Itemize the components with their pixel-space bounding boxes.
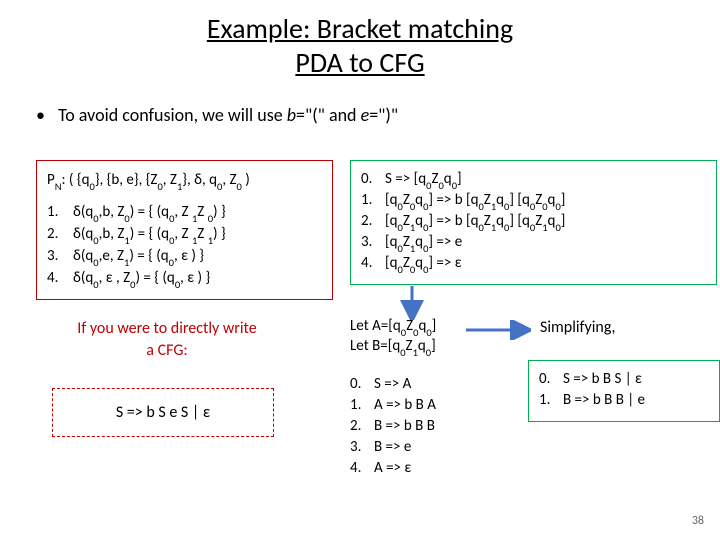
rule-row: 0.S => A xyxy=(350,374,436,395)
rule-row: 3.[q0Z1q0] => e xyxy=(361,232,706,253)
title-line1: Example: Bracket matching xyxy=(207,11,513,46)
slide-title: Example: Bracket matching PDA to CFG xyxy=(0,12,720,80)
let-definitions: Let A=[q0Z0q0] Let B=[q0Z1q0] xyxy=(350,316,436,356)
direct-grammar-box: S => b S e S | ε xyxy=(52,388,274,437)
title-line2: PDA to CFG xyxy=(295,45,424,80)
rule-row: 4.δ(q0, ε , Z0) = { (q0, ε ) } xyxy=(47,267,322,289)
simplifying-label: Simplifying, xyxy=(540,318,616,337)
rule-row: 3.δ(q0,e, Z1) = { (q0, ε ) } xyxy=(47,245,322,267)
rule-row: 0.S => [q0Z0q0] xyxy=(361,169,706,190)
arrow-right-icon xyxy=(466,320,531,340)
pda-rule-list: 1.δ(q0,b, Z0) = { (q0, Z 1Z 0) }2.δ(q0,b… xyxy=(47,201,322,289)
rule-row: 2.[q0Z1q0] => b [q0Z1q0] [q0Z1q0] xyxy=(361,211,706,232)
rule-row: 4.A => ε xyxy=(350,458,436,479)
rule-row: 4.[q0Z0q0] => ε xyxy=(361,253,706,274)
rule-row: 1.B => b B B | e xyxy=(539,390,709,411)
rule-row: 1.[q0Z0q0] => b [q0Z1q0] [q0Z0q0] xyxy=(361,190,706,211)
page-number: 38 xyxy=(692,514,704,528)
pda-definition-box: PN: ( {q0}, {b, e}, {Z0, Z1}, δ, q0, Z0 … xyxy=(36,160,333,300)
cfg-rules-box: 0.S => [q0Z0q0]1.[q0Z0q0] => b [q0Z1q0] … xyxy=(350,160,717,285)
simplified-grammar-box: 0.S => b B S | ε1.B => b B B | e xyxy=(528,360,720,422)
pda-header: PN: ( {q0}, {b, e}, {Z0, Z1}, δ, q0, Z0 … xyxy=(47,169,322,191)
rule-row: 2.B => b B B xyxy=(350,416,436,437)
rule-row: 1.δ(q0,b, Z0) = { (q0, Z 1Z 0) } xyxy=(47,201,322,223)
direct-cfg-note: If you were to directly write a CFG: xyxy=(52,318,282,362)
rule-row: 1.A => b B A xyxy=(350,395,436,416)
rule-row: 3.B => e xyxy=(350,437,436,458)
bullet-line: • To avoid confusion, we will use b="(" … xyxy=(36,104,398,126)
substituted-rules: 0.S => A1.A => b B A2.B => b B B3.B => e… xyxy=(350,374,436,479)
arrow-down-icon xyxy=(400,286,424,320)
rule-row: 2.δ(q0,b, Z1) = { (q0, Z 1Z 1) } xyxy=(47,223,322,245)
rule-row: 0.S => b B S | ε xyxy=(539,369,709,390)
